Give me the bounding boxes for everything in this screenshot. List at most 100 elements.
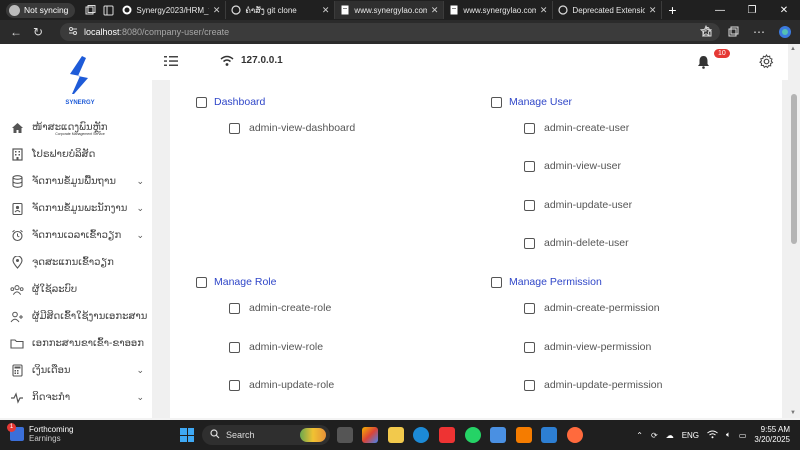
clock[interactable]: 9:55 AM 3/20/2025 (754, 425, 790, 445)
checkbox[interactable] (491, 276, 502, 288)
notification-bell-icon[interactable] (697, 55, 710, 72)
xampp-icon[interactable] (516, 427, 532, 443)
extensions-icon[interactable] (696, 22, 718, 42)
checkbox[interactable] (524, 237, 535, 249)
file-explorer-icon[interactable] (388, 427, 404, 443)
back-button[interactable]: ← (5, 22, 27, 42)
chatgpt-icon (558, 5, 569, 15)
close-window-icon[interactable]: ✕ (768, 0, 800, 20)
perm-admin-create-role[interactable]: admin-create-role (229, 302, 331, 314)
battery-icon[interactable]: ▭ (739, 431, 747, 440)
scrollbar-thumb[interactable] (791, 94, 797, 244)
perm-admin-update-role[interactable]: admin-update-role (229, 379, 334, 391)
sidebar-item-activities[interactable]: ກິດຈະກຳ ⌄ (0, 384, 152, 411)
sidebar-item-label: ຈັດການຂໍ້ມູນພະນັກງານ (32, 203, 128, 214)
settings-gear-icon[interactable] (759, 54, 774, 72)
sidebar-item-company-profile[interactable]: ໂປຣຟາຍບໍລິສັດ (0, 141, 152, 168)
perm-admin-view-permission[interactable]: admin-view-permission (524, 341, 651, 353)
close-tab-icon[interactable]: ✕ (322, 5, 330, 16)
task-view-icon[interactable] (337, 427, 353, 443)
sidebar-item-dashboard[interactable]: ໜ້າສະແດງພົນຫຼັກ (0, 114, 152, 141)
group-dashboard-checkbox[interactable]: Dashboard (196, 96, 265, 108)
browser-tab[interactable]: ຄຳສັ່ງ git clone ✕ (226, 1, 336, 19)
checkbox[interactable] (524, 199, 535, 211)
checkbox[interactable] (524, 160, 535, 172)
close-tab-icon[interactable]: ✕ (649, 5, 657, 16)
group-manage-permission-checkbox[interactable]: Manage Permission (491, 276, 602, 288)
sidebar-item-scan-points[interactable]: ຈຸດສະແກນເຂົ້າວຽກ (0, 249, 152, 276)
close-tab-icon[interactable]: ✕ (540, 5, 548, 16)
checkbox[interactable] (196, 276, 207, 288)
browser-tab[interactable]: www.synergylao.com ✕ (444, 1, 554, 19)
news-widget[interactable]: 1 Forthcoming Earnings (7, 423, 73, 443)
edge-browser-icon[interactable] (413, 427, 429, 443)
checkbox[interactable] (229, 302, 240, 314)
close-tab-icon[interactable]: ✕ (213, 5, 221, 16)
wifi-tray-icon[interactable] (707, 430, 718, 441)
checkbox[interactable] (229, 341, 240, 353)
maximize-icon[interactable]: ❐ (736, 0, 768, 20)
profile-sync-button[interactable]: Not syncing (6, 2, 76, 18)
checkbox[interactable] (524, 341, 535, 353)
store-app-icon[interactable] (439, 427, 455, 443)
checkbox[interactable] (229, 379, 240, 391)
tab-actions-icon[interactable] (99, 1, 117, 19)
workspaces-icon[interactable] (81, 1, 99, 19)
vscode-icon[interactable] (541, 427, 557, 443)
site-info-icon[interactable] (68, 26, 78, 38)
whatsapp-icon[interactable] (465, 427, 481, 443)
tray-chevron-up-icon[interactable]: ⌃ (636, 431, 643, 440)
perm-admin-view-dashboard[interactable]: admin-view-dashboard (229, 122, 355, 134)
close-tab-icon[interactable]: ✕ (431, 5, 439, 16)
tray-cloud-icon[interactable]: ☁ (666, 431, 674, 440)
perm-admin-view-user[interactable]: admin-view-user (524, 160, 621, 172)
menu-toggle-icon[interactable] (164, 55, 178, 70)
page-scrollbar[interactable]: ▲ ▼ (788, 44, 800, 418)
browser-tab[interactable]: Synergy2023/HRM_fron ✕ (117, 1, 227, 19)
postman-icon[interactable] (567, 427, 583, 443)
sidebar-item-employee-data[interactable]: ຈັດການຂໍ້ມູນພະນັກງານ ⌄ (0, 195, 152, 222)
volume-icon[interactable]: 🔈︎ (726, 430, 731, 440)
checkbox[interactable] (491, 96, 502, 108)
reload-button[interactable]: ↻ (27, 22, 49, 42)
browser-tab[interactable]: Deprecated Extension S ✕ (553, 1, 663, 19)
minimize-icon[interactable]: — (704, 0, 736, 20)
checkbox[interactable] (524, 122, 535, 134)
perm-admin-create-permission[interactable]: admin-create-permission (524, 302, 660, 314)
scroll-down-arrow-icon[interactable]: ▼ (790, 410, 796, 416)
system-tray: ⌃ ⟳ ☁ ENG 🔈︎ ▭ 9:55 AM 3/20/2025 (636, 420, 800, 450)
copilot-icon[interactable] (774, 22, 796, 42)
sidebar-item-salary[interactable]: ເງິນເດືອນ ⌄ (0, 357, 152, 384)
sidebar-item-basic-data[interactable]: ຈັດການຂໍ້ມູນພື້ນຖານ ⌄ (0, 168, 152, 195)
windows-start-icon[interactable] (180, 428, 194, 442)
checkbox[interactable] (524, 302, 535, 314)
id-badge-icon (10, 202, 24, 216)
checkbox[interactable] (524, 379, 535, 391)
perm-admin-update-permission[interactable]: admin-update-permission (524, 379, 662, 391)
language-indicator[interactable]: ENG (682, 431, 699, 440)
synergy-logo[interactable]: SYNERGY (52, 54, 108, 110)
new-tab-button[interactable]: + (662, 2, 682, 18)
tray-app-icon[interactable]: ⟳ (651, 431, 658, 440)
perm-admin-update-user[interactable]: admin-update-user (524, 199, 632, 211)
perm-admin-delete-user[interactable]: admin-delete-user (524, 237, 629, 249)
checkbox[interactable] (229, 122, 240, 134)
address-bar[interactable]: localhost:8080/company-user/create (60, 23, 720, 41)
sidebar-item-document-access[interactable]: ຜູ້ມີສິດເຂົ້າໃຊ້ງານເອກະສານ (0, 303, 152, 330)
group-manage-role-checkbox[interactable]: Manage Role (196, 276, 276, 288)
sidebar-item-system-users[interactable]: ຜູ້ໃຊ້ລະບົບ (0, 276, 152, 303)
checkbox[interactable] (196, 96, 207, 108)
perm-admin-create-user[interactable]: admin-create-user (524, 122, 629, 134)
scroll-up-arrow-icon[interactable]: ▲ (790, 46, 796, 52)
group-manage-user-checkbox[interactable]: Manage User (491, 96, 572, 108)
sidebar-item-attendance[interactable]: ຈັດການເວລາເຂົ້າວຽກ ⌄ (0, 222, 152, 249)
perm-admin-view-role[interactable]: admin-view-role (229, 341, 323, 353)
more-menu-icon[interactable]: ⋯ (748, 22, 770, 42)
sidebar-item-incoming-outgoing-docs[interactable]: ເອກກະສານຂາເຂົ້າ-ຂາອອກ (0, 330, 152, 357)
collections-icon[interactable] (722, 22, 744, 42)
browser-tab-active[interactable]: www.synergylao.com ✕ (335, 1, 445, 19)
app-icon[interactable] (490, 427, 506, 443)
group-title: Manage Role (214, 276, 277, 288)
taskbar-search[interactable]: Search (202, 425, 330, 445)
copilot-app-icon[interactable] (362, 427, 378, 443)
